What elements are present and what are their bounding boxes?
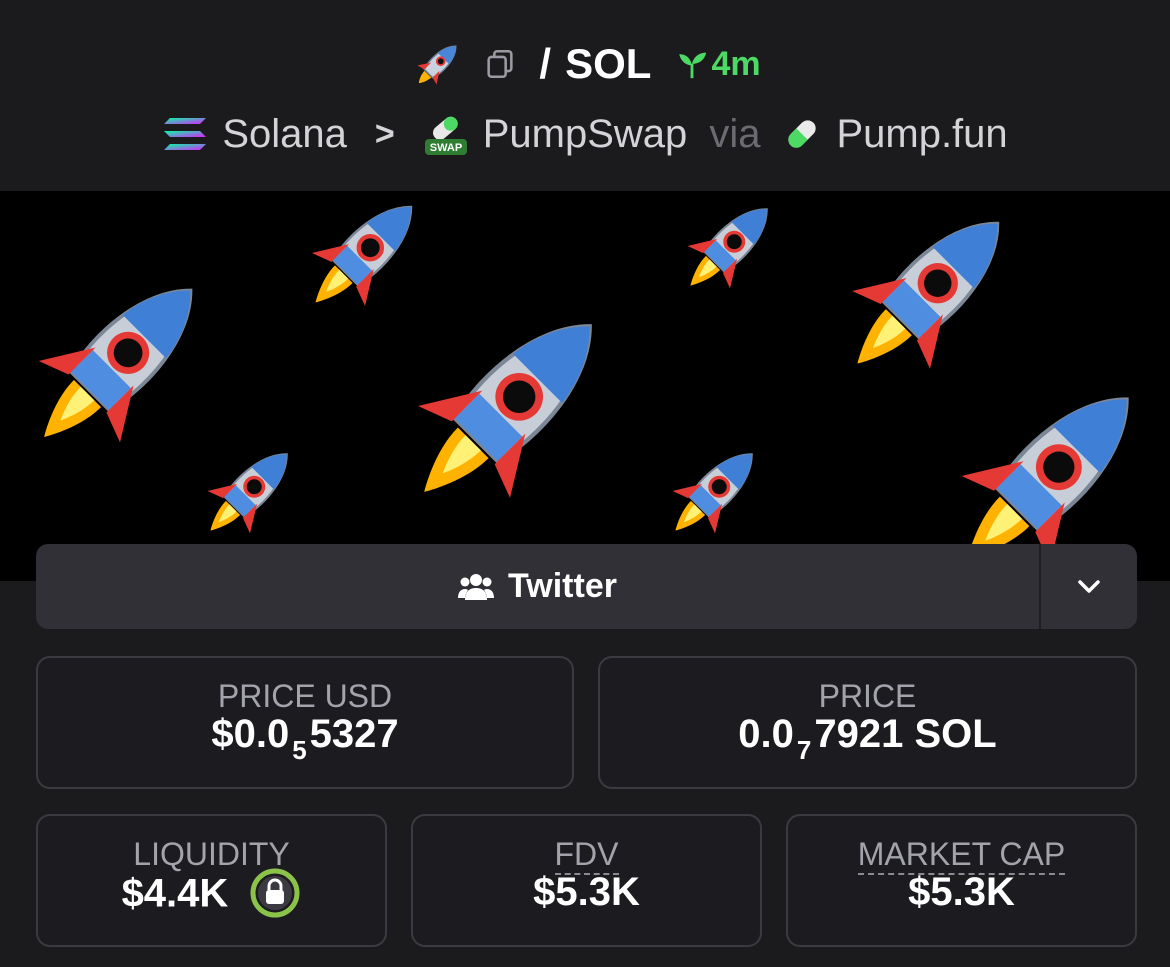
chain-link[interactable]: Solana [222,112,347,157]
svg-text:SWAP: SWAP [430,142,462,154]
banner-rocket-7 [655,432,774,551]
rocket-emoji-icon [417,45,457,85]
price-native-value: 0.0 77921 SOL [600,712,1135,765]
twitter-label: Twitter [508,567,617,605]
price-native-digits: 7921 SOL [814,712,997,756]
price-native-label: PRICE [818,678,917,714]
quote-symbol: SOL [565,40,652,87]
banner-rocket-5 [378,280,635,537]
banner-rocket-4 [820,191,1039,401]
chevron-down-icon [1078,579,1100,593]
age-text: 4m [711,44,761,83]
price-usd-zero-count: 5 [292,735,307,765]
banner-rocket-1 [5,247,234,476]
people-icon [458,573,495,600]
price-usd-value: $0.0 55327 [38,712,572,765]
pair-title-row: / SOL 4m [0,34,1170,94]
dex-link[interactable]: PumpSwap [483,112,688,157]
price-usd-card: PRICE USD $0.0 55327 [36,656,574,789]
price-usd-digits: 5327 [309,712,399,756]
pair-slash: / [539,40,552,87]
swap-icon: SWAP [424,116,467,155]
copy-icon[interactable] [483,47,517,81]
price-native-zero-count: 7 [796,735,812,765]
fdv-label-wrap: FDV [413,836,760,875]
social-dropdown-toggle[interactable] [1041,544,1137,629]
social-bar: Twitter [36,544,1137,629]
breadcrumb: Solana > SWAP PumpSwap via Pump.fun [0,106,1170,162]
fdv-value: $5.3K [533,870,640,914]
banner-rocket-2 [290,191,439,328]
banner-rocket-3 [670,191,789,306]
fdv-card: FDV $5.3K [411,814,762,947]
price-usd-label: PRICE USD [217,678,393,714]
price-native-prefix: 0.0 [738,712,794,756]
market-cap-value: $5.3K [908,870,1015,914]
price-usd-prefix: $0.0 [211,712,290,756]
banner-image [0,191,1170,581]
market-cap-card: MARKET CAP $5.3K [786,814,1137,947]
liquidity-label: LIQUIDITY [133,836,290,872]
twitter-button[interactable]: Twitter [36,544,1039,629]
token-header: / SOL 4m Solana > SWAP PumpSwap via Pump… [0,0,1170,191]
rocket-pattern [5,191,1170,581]
via-label: via [709,111,761,156]
pair-age: 4m [675,44,761,84]
pill-icon [788,120,817,148]
liquidity-amount: $4.4K [121,871,229,916]
launchpad-link[interactable]: Pump.fun [836,112,1007,157]
sprout-icon [679,52,707,79]
solana-icon [164,118,207,150]
liquidity-card: LIQUIDITY $4.4K [36,814,387,947]
market-cap-label-wrap: MARKET CAP [788,836,1135,875]
price-native-card: PRICE 0.0 77921 SOL [598,656,1137,789]
breadcrumb-separator: > [374,114,395,153]
lock-icon[interactable] [249,867,301,919]
liquidity-value: $4.4K [38,867,385,922]
banner-rocket-6 [190,432,309,551]
